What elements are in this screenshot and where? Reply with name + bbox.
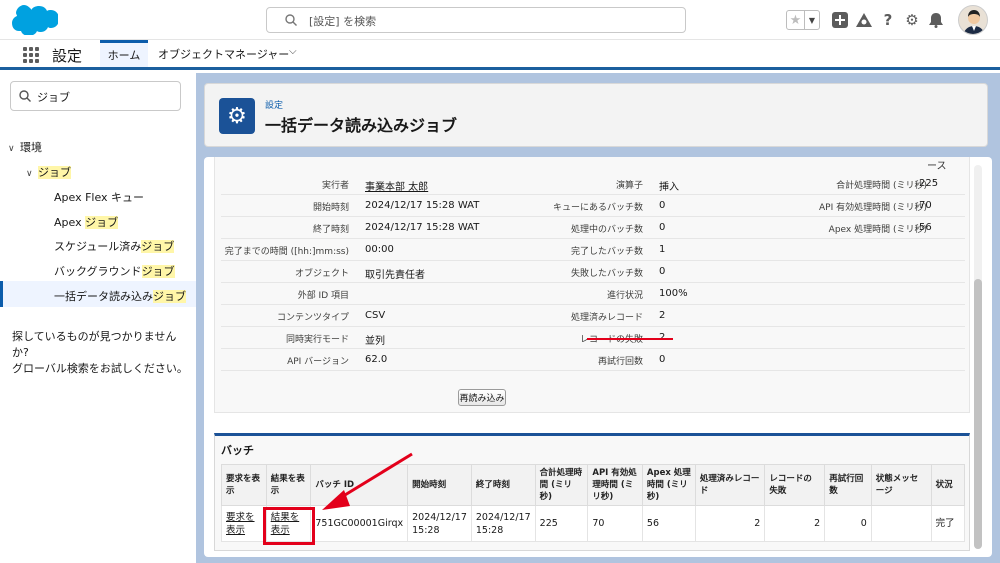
detail-row: 開始時刻 2024/12/17 15:28 WAT キューにあるバッチ数 0 A… <box>221 195 965 217</box>
column-header: 合計処理時間 (ミリ秒) <box>534 464 589 506</box>
failed-cell: 2 <box>764 505 826 542</box>
sidebar-item-apex-jobs[interactable]: Apex ジョブ <box>54 214 119 230</box>
trailhead-icon[interactable] <box>854 10 874 30</box>
column-header: 状態メッセージ <box>870 464 932 506</box>
chevron-down-icon: ∨ <box>26 169 33 179</box>
main-area: ⚙ 設定 一括データ読み込みジョブ ース 実行者 事業本部 太郎 演算子 挿入 … <box>196 73 1000 563</box>
batch-section-title: バッチ <box>221 444 254 457</box>
app-launcher-icon[interactable] <box>23 47 39 63</box>
bell-icon[interactable] <box>926 10 946 30</box>
total-ms-cell: 225 <box>534 505 589 542</box>
view-result-link[interactable]: 結果を表示 <box>271 512 300 536</box>
tree-node-environment[interactable]: ∨ 環境 <box>8 139 42 155</box>
view-request-link[interactable]: 要求を表示 <box>226 512 255 536</box>
batch-id-cell: 751GC00001Girqx <box>310 505 409 542</box>
avatar[interactable] <box>958 5 988 35</box>
retries-cell: 0 <box>824 505 872 542</box>
chevron-down-icon[interactable]: ⌵ <box>289 46 297 57</box>
processed-cell: 2 <box>694 505 766 542</box>
api-ms-cell: 70 <box>587 505 643 542</box>
column-header: 再試行回数 <box>824 464 872 506</box>
batch-table: 要求を表示 結果を表示 バッチ ID 開始時刻 終了時刻 合計処理時間 (ミリ秒… <box>221 464 966 542</box>
sidebar-item-scheduled-jobs[interactable]: スケジュール済みジョブ <box>54 238 175 254</box>
tab-home[interactable]: ホーム <box>100 40 148 67</box>
search-icon <box>285 14 297 26</box>
batch-section: バッチ 要求を表示 結果を表示 バッチ ID 開始時刻 終了時刻 合計処理時間 … <box>214 433 970 551</box>
annotation-underline <box>587 338 673 340</box>
created-by-link[interactable]: 事業本部 太郎 <box>365 178 428 193</box>
column-header: 要求を表示 <box>221 464 267 506</box>
column-header: 開始時刻 <box>407 464 472 506</box>
tree-label: 環境 <box>20 141 42 154</box>
global-header: [設定] を検索 ★ ▼ ? ⚙ <box>0 0 1000 40</box>
column-header: 状況 <box>930 464 966 506</box>
star-icon[interactable]: ★ <box>787 11 805 29</box>
reload-button[interactable]: 再読み込み <box>458 389 506 406</box>
sidebar-item-apex-flex-queue[interactable]: Apex Flex キュー <box>54 189 144 205</box>
chevron-down-icon: ∨ <box>8 144 15 154</box>
detail-row: 実行者 事業本部 太郎 演算子 挿入 合計処理時間 (ミリ秒) 225 <box>221 173 965 195</box>
sidebar-item-background-jobs[interactable]: バックグラウンドジョブ <box>54 263 175 279</box>
column-header: 処理済みレコード <box>694 464 766 506</box>
message-cell <box>870 505 932 542</box>
search-icon <box>19 90 31 102</box>
detail-row: 終了時刻 2024/12/17 15:28 WAT 処理中のバッチ数 0 Ape… <box>221 217 965 239</box>
help-icon[interactable]: ? <box>878 10 898 30</box>
column-header: バッチ ID <box>310 464 409 506</box>
app-navigation: 設定 ホーム オブジェクトマネージャー ⌵ <box>0 40 1000 70</box>
sidebar-help-text: 探しているものが見つかりませんか? グローバル検索をお試しください。 <box>12 330 188 375</box>
gear-icon: ⚙ <box>219 98 255 134</box>
page-title: 一括データ読み込みジョブ <box>265 116 458 135</box>
table-row: 要求を表示 結果を表示 751GC00001Girqx 2024/12/17 1… <box>221 505 966 542</box>
column-header: 終了時刻 <box>470 464 536 506</box>
detail-row: 完了までの時間 ([hh:]mm:ss) 00:00 完了したバッチ数 1 <box>221 239 965 261</box>
tree-node-jobs[interactable]: ∨ ジョブ <box>26 164 71 180</box>
end-time-cell: 2024/12/17 15:28 <box>470 505 536 542</box>
table-header-row: 要求を表示 結果を表示 バッチ ID 開始時刻 終了時刻 合計処理時間 (ミリ秒… <box>221 464 966 506</box>
page-header: ⚙ 設定 一括データ読み込みジョブ <box>204 83 988 147</box>
apex-ms-cell: 56 <box>641 505 696 542</box>
job-detail-section: ース 実行者 事業本部 太郎 演算子 挿入 合計処理時間 (ミリ秒) 225 開… <box>214 157 970 413</box>
tab-object-manager[interactable]: オブジェクトマネージャー <box>158 46 289 62</box>
detail-row: コンテンツタイプ CSV 処理済みレコード 2 <box>221 305 965 327</box>
quick-find-value: ジョブ <box>37 91 70 104</box>
column-header: レコードの失敗 <box>764 464 826 506</box>
gear-icon[interactable]: ⚙ <box>902 10 922 30</box>
app-name: 設定 <box>52 47 83 65</box>
add-icon[interactable] <box>830 10 850 30</box>
start-time-cell: 2024/12/17 15:28 <box>407 505 472 542</box>
salesforce-logo[interactable] <box>12 5 58 35</box>
detail-row: 外部 ID 項目 進行状況 100% <box>221 283 965 305</box>
favorites-group[interactable]: ★ ▼ <box>786 10 820 30</box>
column-header: Apex 処理時間 (ミリ秒) <box>641 464 696 506</box>
setup-sidebar: ジョブ ∨ 環境 ∨ ジョブ Apex Flex キュー Apex ジョブ スケジュ… <box>0 73 196 563</box>
detail-row: オブジェクト 取引先責任者 失敗したバッチ数 0 <box>221 261 965 283</box>
global-search-input[interactable]: [設定] を検索 <box>266 7 686 33</box>
quick-find-input[interactable]: ジョブ <box>10 81 181 111</box>
chevron-down-icon[interactable]: ▼ <box>805 11 819 29</box>
status-cell: 完了 <box>930 505 966 542</box>
tree-label: ジョブ <box>38 166 71 179</box>
truncated-text: ース <box>927 161 947 172</box>
sidebar-item-bulk-data-load-jobs[interactable]: 一括データ読み込みジョブ <box>54 288 186 304</box>
column-header: API 有効処理時間 (ミリ秒) <box>587 464 643 506</box>
detail-row: API バージョン 62.0 再試行回数 0 <box>221 349 965 371</box>
column-header: 結果を表示 <box>265 464 312 506</box>
search-placeholder: [設定] を検索 <box>309 15 377 28</box>
scrollbar-thumb[interactable] <box>974 279 982 549</box>
page-subtitle: 設定 <box>265 101 284 111</box>
content-panel: ース 実行者 事業本部 太郎 演算子 挿入 合計処理時間 (ミリ秒) 225 開… <box>204 157 992 557</box>
